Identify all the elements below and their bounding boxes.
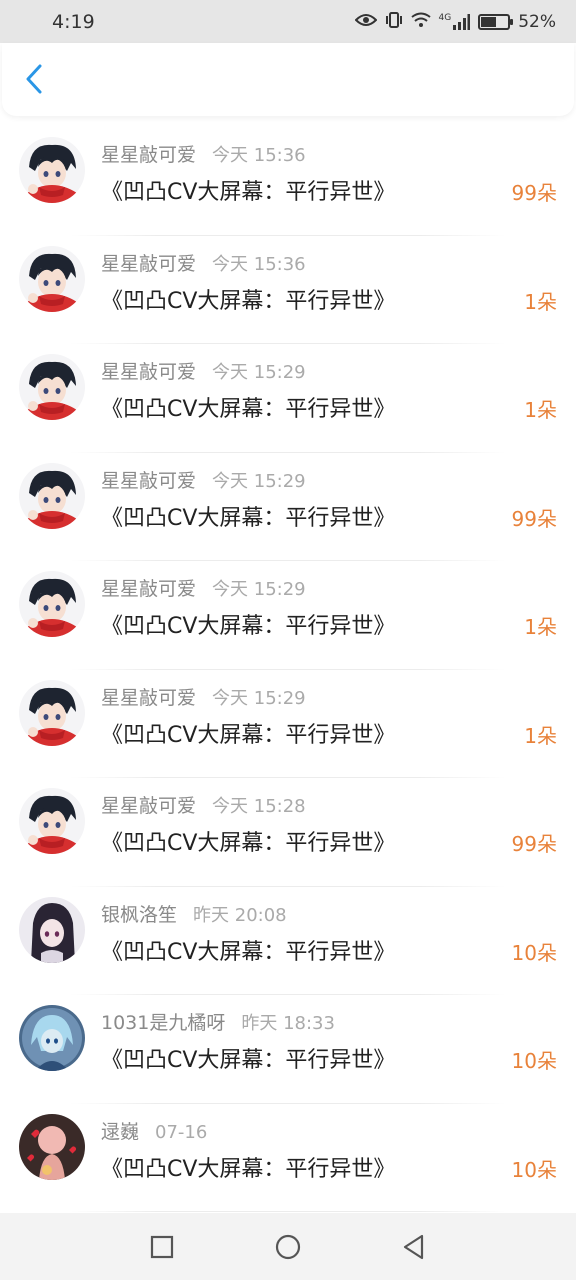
work-title[interactable]: 《凹凸CV大屏幕：平行异世》 <box>101 934 395 966</box>
flower-count: 99朵 <box>511 832 557 856</box>
flower-count: 1朵 <box>524 723 557 748</box>
timestamp: 今天 15:36 <box>212 145 306 166</box>
work-title[interactable]: 《凹凸CV大屏幕：平行异世》 <box>101 608 395 640</box>
avatar[interactable] <box>19 571 85 637</box>
name-line: 星星敲可爱 今天 15:29 <box>101 574 306 600</box>
name-line: 星星敲可爱 今天 15:29 <box>101 357 306 383</box>
signal-icon: 4G <box>438 12 471 30</box>
timestamp: 今天 15:29 <box>212 362 306 383</box>
timestamp: 07-16 <box>155 1121 208 1143</box>
avatar[interactable] <box>19 137 85 203</box>
wifi-icon <box>410 12 431 32</box>
avatar[interactable] <box>19 462 85 529</box>
sender-name[interactable]: 星星敲可爱 <box>101 791 196 818</box>
work-title[interactable]: 《凹凸CV大屏幕：平行异世》 <box>101 174 395 206</box>
list-item[interactable]: 星星敲可爱 今天 15:29 《凹凸CV大屏幕：平行异世》 1朵 <box>0 561 576 670</box>
nav-back-button[interactable] <box>397 1230 431 1264</box>
list-item[interactable]: 星星敲可爱 今天 15:29 《凹凸CV大屏幕：平行异世》 99朵 <box>0 453 576 561</box>
work-title[interactable]: 《凹凸CV大屏幕：平行异世》 <box>101 500 395 532</box>
divider <box>70 1211 506 1212</box>
flower-count: 1朵 <box>524 398 557 422</box>
battery-percent: 52% <box>518 11 556 32</box>
flower-count: 10朵 <box>511 1157 557 1182</box>
eye-icon <box>354 12 377 32</box>
network-type: 4G <box>438 12 452 23</box>
home-icon <box>275 1234 301 1259</box>
sender-name[interactable]: 星星敲可爱 <box>101 357 196 384</box>
timestamp: 昨天 20:08 <box>193 904 287 926</box>
list-item[interactable]: 1031是九橘呀 昨天 18:33 《凹凸CV大屏幕：平行异世》 10朵 <box>0 995 576 1104</box>
avatar[interactable] <box>19 245 85 312</box>
home-button[interactable] <box>271 1230 305 1264</box>
status-bar: 4:19 4G 52% <box>0 0 576 43</box>
recent-apps-icon <box>150 1235 174 1258</box>
system-nav-bar <box>0 1213 576 1280</box>
sender-name[interactable]: 逯巍 <box>101 1117 139 1144</box>
name-line: 星星敲可爱 今天 15:36 <box>101 249 306 275</box>
back-button[interactable] <box>16 61 52 97</box>
sender-name[interactable]: 星星敲可爱 <box>101 140 196 167</box>
flower-count: 1朵 <box>524 289 557 314</box>
flower-count: 1朵 <box>524 615 557 639</box>
sender-name[interactable]: 星星敲可爱 <box>101 574 196 601</box>
avatar[interactable] <box>19 354 85 420</box>
avatar[interactable] <box>19 1005 85 1071</box>
work-title[interactable]: 《凹凸CV大屏幕：平行异世》 <box>101 717 395 749</box>
sender-name[interactable]: 1031是九橘呀 <box>101 1008 225 1035</box>
vibrate-icon <box>385 11 403 33</box>
status-icons: 4G 52% <box>354 11 556 33</box>
back-icon <box>403 1234 424 1259</box>
sender-name[interactable]: 星星敲可爱 <box>101 466 196 493</box>
timestamp: 昨天 18:33 <box>241 1013 335 1034</box>
list-item[interactable]: 逯巍 07-16 《凹凸CV大屏幕：平行异世》 10朵 <box>0 1104 576 1212</box>
status-time: 4:19 <box>52 10 95 33</box>
recent-apps-button[interactable] <box>145 1230 179 1264</box>
name-line: 星星敲可爱 今天 15:29 <box>101 683 306 709</box>
work-title[interactable]: 《凹凸CV大屏幕：平行异世》 <box>101 391 395 423</box>
list-item[interactable]: 星星敲可爱 今天 15:29 《凹凸CV大屏幕：平行异世》 1朵 <box>0 670 576 778</box>
list-item[interactable]: 银枫洛笙 昨天 20:08 《凹凸CV大屏幕：平行异世》 10朵 <box>0 887 576 995</box>
work-title[interactable]: 《凹凸CV大屏幕：平行异世》 <box>101 1042 395 1074</box>
name-line: 星星敲可爱 今天 15:36 <box>101 140 306 166</box>
avatar[interactable] <box>19 1113 85 1180</box>
flower-count: 10朵 <box>511 1049 557 1073</box>
name-line: 银枫洛笙 昨天 20:08 <box>101 900 287 926</box>
sender-name[interactable]: 银枫洛笙 <box>101 900 177 927</box>
timestamp: 今天 15:29 <box>212 470 306 492</box>
avatar[interactable] <box>19 896 85 963</box>
flower-count: 99朵 <box>511 506 557 531</box>
avatar[interactable] <box>19 679 85 746</box>
sender-name[interactable]: 星星敲可爱 <box>101 683 196 710</box>
avatar[interactable] <box>19 788 85 854</box>
timestamp: 今天 15:29 <box>212 687 306 709</box>
work-title[interactable]: 《凹凸CV大屏幕：平行异世》 <box>101 825 395 857</box>
list-item[interactable]: 星星敲可爱 今天 15:36 《凹凸CV大屏幕：平行异世》 1朵 <box>0 236 576 344</box>
flower-count: 99朵 <box>511 181 557 205</box>
name-line: 逯巍 07-16 <box>101 1117 207 1143</box>
list-item[interactable]: 星星敲可爱 今天 15:36 《凹凸CV大屏幕：平行异世》 99朵 <box>0 127 576 236</box>
header-bar <box>2 43 574 116</box>
timestamp: 今天 15:36 <box>212 253 306 275</box>
list-item[interactable]: 星星敲可爱 今天 15:28 《凹凸CV大屏幕：平行异世》 99朵 <box>0 778 576 887</box>
battery-icon <box>478 13 514 30</box>
work-title[interactable]: 《凹凸CV大屏幕：平行异世》 <box>101 1151 395 1183</box>
name-line: 星星敲可爱 今天 15:29 <box>101 466 306 492</box>
timestamp: 今天 15:29 <box>212 579 306 600</box>
list-item[interactable]: 星星敲可爱 今天 15:29 《凹凸CV大屏幕：平行异世》 1朵 <box>0 344 576 453</box>
flower-count: 10朵 <box>511 940 557 965</box>
name-line: 1031是九橘呀 昨天 18:33 <box>101 1008 335 1034</box>
name-line: 星星敲可爱 今天 15:28 <box>101 791 306 817</box>
sender-name[interactable]: 星星敲可爱 <box>101 249 196 276</box>
gift-record-list: 星星敲可爱 今天 15:36 《凹凸CV大屏幕：平行异世》 99朵 星星敲可爱 今天 15… <box>0 127 576 1212</box>
chevron-left-icon <box>26 64 42 94</box>
work-title[interactable]: 《凹凸CV大屏幕：平行异世》 <box>101 283 395 315</box>
timestamp: 今天 15:28 <box>212 796 306 817</box>
